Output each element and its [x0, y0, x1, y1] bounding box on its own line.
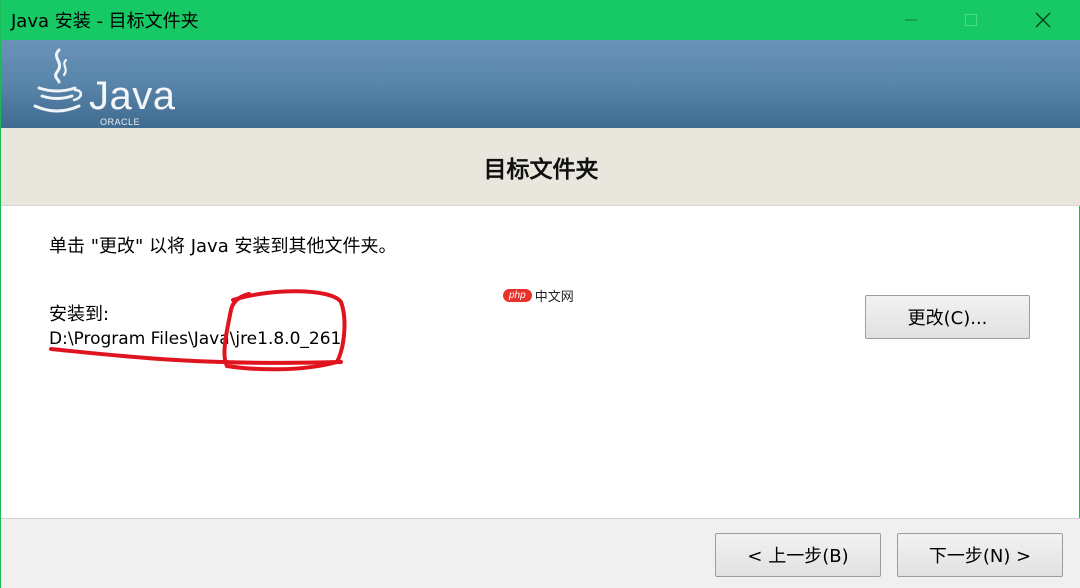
maximize-icon	[965, 14, 977, 26]
page-title: 目标文件夹	[483, 157, 599, 183]
watermark: php 中文网	[503, 286, 574, 305]
minimize-icon	[905, 19, 917, 21]
install-path: D:\Program Files\Java\jre1.8.0_261	[49, 329, 342, 349]
installer-window: Java 安装 - 目标文件夹 Java ORACLE 目标文件夹 单击 "更改…	[0, 0, 1080, 588]
close-button[interactable]	[1013, 0, 1073, 40]
watermark-text: 中文网	[534, 289, 574, 305]
window-title: Java 安装 - 目标文件夹	[11, 11, 199, 32]
maximize-button[interactable]	[941, 0, 1001, 40]
coffee-cup-icon	[33, 48, 83, 113]
java-wordmark: Java	[89, 74, 176, 118]
java-logo: Java ORACLE	[29, 46, 189, 127]
java-banner: Java ORACLE	[1, 40, 1080, 128]
back-button[interactable]: < 上一步(B)	[715, 533, 881, 577]
oracle-wordmark: ORACLE	[100, 117, 141, 127]
install-to-label: 安装到:	[49, 304, 110, 325]
title-bar[interactable]: Java 安装 - 目标文件夹	[1, 0, 1080, 40]
watermark-badge: php	[503, 288, 532, 302]
close-icon	[1035, 12, 1051, 28]
page-header: 目标文件夹	[1, 128, 1080, 206]
instruction-text: 单击 "更改" 以将 Java 安装到其他文件夹。	[49, 236, 397, 257]
next-button[interactable]: 下一步(N) >	[897, 533, 1063, 577]
underline-stroke	[49, 347, 343, 365]
minimize-button[interactable]	[881, 0, 941, 40]
change-folder-button[interactable]: 更改(C)...	[865, 295, 1030, 339]
